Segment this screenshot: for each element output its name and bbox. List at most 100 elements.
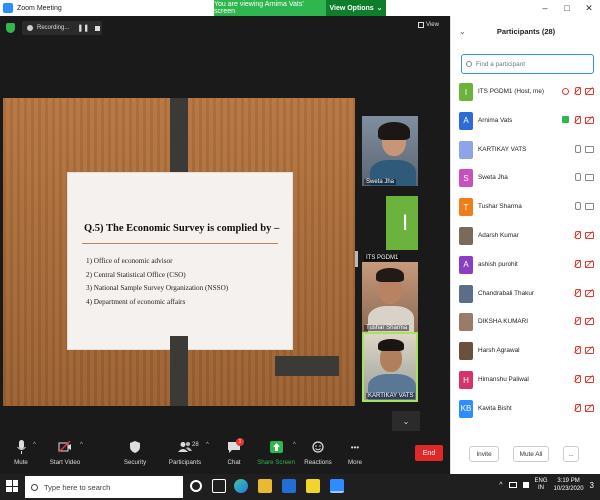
camera-off-icon[interactable] <box>585 317 594 326</box>
microphone-muted-icon[interactable] <box>573 259 581 268</box>
close-button[interactable]: ✕ <box>578 0 600 16</box>
file-explorer-icon[interactable] <box>258 479 272 493</box>
microphone-muted-icon[interactable] <box>573 403 581 412</box>
screen-share-icon[interactable] <box>562 116 569 124</box>
participant-status-icons <box>562 115 594 124</box>
end-meeting-button[interactable]: End <box>415 445 443 461</box>
avatar: A <box>459 255 473 274</box>
camera-off-icon[interactable] <box>585 231 594 239</box>
video-tile[interactable]: Sweta Jha <box>362 116 418 186</box>
microphone-icon <box>14 439 28 455</box>
recording-label: Recording... <box>37 25 70 31</box>
shield-icon[interactable] <box>6 23 15 33</box>
search-input[interactable] <box>476 60 586 68</box>
camera-off-icon <box>58 439 72 455</box>
stop-recording-button[interactable] <box>95 25 101 31</box>
task-view-icon[interactable] <box>212 479 226 493</box>
microphone-muted-icon[interactable] <box>573 115 581 124</box>
participant-name: Himanshu Paliwal <box>478 376 529 383</box>
camera-off-icon[interactable] <box>585 116 594 124</box>
more-options-button[interactable]: ... <box>563 446 579 462</box>
recording-icon[interactable] <box>562 87 569 95</box>
avatar: A <box>459 111 473 130</box>
slide-option: 4) Department of economic affairs <box>86 297 186 306</box>
microphone-muted-icon[interactable] <box>573 231 581 239</box>
participant-row[interactable]: H Himanshu Paliwal <box>451 366 600 394</box>
participant-name: Tushar Sharma <box>478 203 522 211</box>
participant-row[interactable]: KB Kavita Bisht <box>451 395 600 423</box>
microphone-muted-icon[interactable] <box>573 288 581 297</box>
participant-row[interactable]: S Sweta Jha <box>451 164 600 192</box>
participant-name: DIKSHA KUMARI <box>478 318 529 326</box>
camera-off-icon[interactable] <box>585 289 594 297</box>
windows-start-icon[interactable] <box>6 480 18 492</box>
mute-all-button[interactable]: Mute All <box>513 446 549 462</box>
invite-button[interactable]: Invite <box>469 446 499 462</box>
record-dot-icon <box>27 25 33 31</box>
participant-row[interactable]: Chandrabali Thakur <box>451 280 600 308</box>
edge-browser-icon[interactable] <box>234 479 248 493</box>
video-options-caret[interactable]: ^ <box>80 442 83 448</box>
participant-row[interactable]: I ITS PGDM1 (Host, me) <box>451 78 600 106</box>
microphone-icon[interactable] <box>573 202 581 211</box>
camera-off-icon[interactable] <box>585 260 594 268</box>
security-label: Security <box>123 459 147 466</box>
camera-off-icon[interactable] <box>585 346 594 355</box>
minimize-button[interactable]: – <box>534 0 556 16</box>
participant-row[interactable]: Aashish purohit <box>451 251 600 279</box>
security-button[interactable]: Security <box>110 439 160 466</box>
more-button[interactable]: ••• More <box>330 439 380 467</box>
mute-label: Mute <box>14 459 28 466</box>
camera-icon[interactable] <box>585 202 594 211</box>
share-screen-icon <box>269 439 283 455</box>
camera-off-icon[interactable] <box>585 375 594 383</box>
view-button[interactable]: View <box>418 22 439 28</box>
participants-button[interactable]: Participants <box>160 439 210 466</box>
chevron-up-icon[interactable]: ^ <box>499 482 502 489</box>
video-tile-active-speaker[interactable]: KARTIKAY VATS <box>362 332 418 402</box>
participant-name: Chandrabali Thakur <box>478 289 535 297</box>
participant-search[interactable] <box>461 54 594 74</box>
zoom-taskbar-icon[interactable] <box>330 479 344 493</box>
participant-status-icons <box>573 375 594 383</box>
microphone-muted-icon[interactable] <box>573 346 581 355</box>
chevron-down-icon[interactable]: ⌄ <box>392 411 420 431</box>
volume-icon[interactable] <box>522 482 529 488</box>
language-indicator[interactable]: ENG IN <box>535 478 548 492</box>
participant-row[interactable]: T Tushar Sharma <box>451 193 600 221</box>
participant-row[interactable]: Harsh Agrawal <box>451 337 600 365</box>
camera-off-icon[interactable] <box>585 87 594 95</box>
view-options-button[interactable]: View Options ⌄ <box>326 0 386 16</box>
microphone-icon[interactable] <box>573 173 581 182</box>
participant-hair <box>378 339 404 351</box>
resize-handle[interactable] <box>355 251 358 267</box>
microphone-muted-icon[interactable] <box>573 375 581 383</box>
network-icon[interactable] <box>508 482 517 488</box>
video-tile[interactable]: Tushar Sharma <box>362 262 418 332</box>
camera-off-icon[interactable] <box>585 404 594 412</box>
mute-options-caret[interactable]: ^ <box>33 442 36 448</box>
participant-row[interactable]: DIKSHA KUMARI <box>451 308 600 336</box>
avatar <box>459 227 473 245</box>
video-tile[interactable]: I ITS PGDM1 <box>362 192 418 262</box>
microphone-muted-icon[interactable] <box>573 87 581 95</box>
microphone-muted-icon[interactable] <box>573 317 581 326</box>
slide-options: 1) Office of economic advisor 2) Central… <box>86 255 228 309</box>
participant-row[interactable]: A Arnima Vats <box>451 107 600 135</box>
mail-icon[interactable] <box>282 479 296 493</box>
cortana-icon[interactable] <box>190 480 202 492</box>
microphone-icon[interactable] <box>573 144 581 153</box>
notifications-icon[interactable]: 3 <box>590 481 594 490</box>
participant-row[interactable]: KARTIKAY VATS <box>451 136 600 164</box>
participant-row[interactable]: Adarsh Kumar <box>451 222 600 250</box>
clock[interactable]: 3:19 PM 10/23/2020 <box>554 477 584 493</box>
taskbar-search[interactable]: Type here to search <box>25 476 183 498</box>
camera-icon[interactable] <box>585 145 594 153</box>
sticky-notes-icon[interactable] <box>306 479 320 493</box>
maximize-button[interactable]: □ <box>556 0 578 16</box>
pause-recording-button[interactable]: ❚❚ <box>77 24 89 32</box>
avatar <box>459 342 473 361</box>
camera-icon[interactable] <box>585 173 594 182</box>
participants-count: 28 <box>192 442 199 448</box>
participants-icon <box>178 439 192 455</box>
